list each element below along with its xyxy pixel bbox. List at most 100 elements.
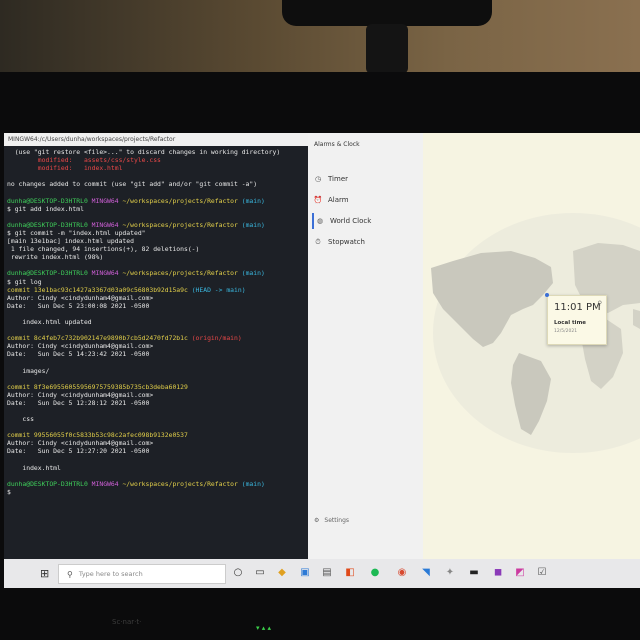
terminal-line: [main 13e1bac] index.html updated [7,237,305,245]
nav-item-label: Alarm [328,196,349,204]
terminal-line: index.html updated [7,318,305,326]
nav-item-alarm[interactable]: ⏰ Alarm [312,192,420,208]
terminal-line: modified: assets/css/style.css [7,156,305,164]
sticky-notes-icon[interactable]: ◩ [514,567,526,579]
terminal-text: Author: Cindy <cindydunham4@gmail.com> [7,390,154,399]
monitor-indicator-light: ▾ ▴ ▴ [256,624,271,632]
terminal-text: index.html updated [7,317,92,326]
terminal-line: Date: Sun Dec 5 14:23:42 2021 -0500 [7,350,305,358]
office-icon[interactable]: ◧ [344,567,356,579]
mail-icon[interactable]: ▣ [299,567,311,579]
terminal-text: ~/workspaces/projects/Refactor [122,220,242,229]
onenote-icon[interactable]: ◼ [492,567,504,579]
terminal-line: Date: Sun Dec 5 23:00:08 2021 -0500 [7,302,305,310]
search-placeholder: Type here to search [78,570,143,578]
terminal-text: dunha@DESKTOP-D3HTRL0 [7,220,92,229]
terminal-line: commit 13e1bac93c1427a3367d03a09c56803b9… [7,286,305,294]
terminal-icon[interactable]: ▬ [468,567,480,579]
terminal-text: Author: Cindy <cindydunham4@gmail.com> [7,439,154,448]
terminal-text: MINGW64 [91,220,123,229]
terminal-line: $ [7,488,305,496]
nav-item-world-clock[interactable]: ◍ World Clock [312,213,422,229]
pin-icon[interactable]: ⚲ [598,300,602,307]
taskbar: ⊞ ⚲ Type here to search ○ ▭ ◆ ▣ ▤ ◧ ● ◉ ◥ ✦ ▬ ◼ ◩ ☑ [4,559,640,588]
nav-item-label: World Clock [330,217,372,225]
terminal-line: $ git log [7,278,305,286]
terminal-text: assets/css/style.css [83,156,161,165]
terminal-line: $ git commit -m "index.html updated" [7,229,305,237]
terminal-text: ~/workspaces/projects/Refactor [122,269,242,278]
terminal-line: index.html [7,464,305,472]
terminal-line: css [7,415,305,423]
app-title: Alarms & Clock [314,141,360,148]
terminal-text: dunha@DESKTOP-D3HTRL0 [7,196,92,205]
terminal-text: (main) [241,479,265,488]
terminal-text: commit 8c4feb7c732b902147e9890b7cb5d2470… [7,334,192,343]
terminal-text: MINGW64 [91,269,123,278]
terminal-text: dunha@DESKTOP-D3HTRL0 [7,479,92,488]
alarm-icon: ⏰ [313,196,323,204]
settings-button[interactable]: ⚙ Settings [314,517,349,524]
terminal-text: dunha@DESKTOP-D3HTRL0 [7,269,92,278]
globe-icon: ◍ [316,217,324,225]
terminal-text: ~/workspaces/projects/Refactor [122,196,242,205]
webcam-mount [366,24,408,74]
spotify-icon[interactable]: ● [369,567,381,579]
terminal-text: commit 13e1bac93c1427a3367d03a09c56803b9… [7,285,192,294]
terminal-line: Author: Cindy <cindydunham4@gmail.com> [7,439,305,447]
below-monitor-label: Sc·nar·t· [112,618,142,626]
git-bash-window[interactable]: MINGW64:/c/Users/dunha/workspaces/projec… [4,133,308,559]
task-view-icon[interactable]: ○ [232,567,244,579]
store-icon[interactable]: ▤ [321,567,333,579]
chrome-icon[interactable]: ◉ [396,567,408,579]
terminal-text: modified: [7,156,84,165]
timer-icon: ◷ [314,175,322,183]
world-map [423,133,640,559]
webcam [282,0,492,26]
terminal-output[interactable]: (use "git restore <file>..." to discard … [4,146,308,498]
terminal-text: Author: Cindy <cindydunham4@gmail.com> [7,293,154,302]
world-clock-map[interactable]: 11:01 PM Local time 12/5/2021 ⚲ [423,133,640,559]
vscode-icon[interactable]: ◥ [420,567,432,579]
terminal-line: commit 8c4feb7c732b902147e9890b7cb5d2470… [7,334,305,342]
terminal-text: 1 file changed, 94 insertions(+), 82 del… [7,245,200,254]
terminal-text: Author: Cindy <cindydunham4@gmail.com> [7,342,154,351]
file-explorer-icon[interactable]: ▭ [254,567,266,579]
terminal-text: Date: Sun Dec 5 12:28:12 2021 -0500 [7,398,150,407]
terminal-text: ~/workspaces/projects/Refactor [122,479,242,488]
terminal-text: (HEAD -> main) [191,285,246,294]
todo-icon[interactable]: ☑ [536,567,548,579]
clock-label: Local time [554,320,587,326]
terminal-text: MINGW64 [91,479,123,488]
terminal-text: images/ [7,366,50,375]
photos-icon[interactable]: ◆ [276,567,288,579]
gear-icon: ⚙ [314,517,320,524]
terminal-line: dunha@DESKTOP-D3HTRL0 MINGW64 ~/workspac… [7,269,305,277]
terminal-text: index.html [7,463,61,472]
taskbar-search-box[interactable]: ⚲ Type here to search [58,564,226,584]
terminal-line: dunha@DESKTOP-D3HTRL0 MINGW64 ~/workspac… [7,197,305,205]
terminal-text: Date: Sun Dec 5 23:00:08 2021 -0500 [7,301,150,310]
terminal-line: modified: index.html [7,164,305,172]
terminal-line: (use "git restore <file>..." to discard … [7,148,305,156]
terminal-line: Date: Sun Dec 5 12:28:12 2021 -0500 [7,399,305,407]
windows-start-icon[interactable]: ⊞ [40,567,49,580]
nav-item-stopwatch[interactable]: ⏱ Stopwatch [312,234,420,250]
terminal-text: (origin/main) [191,334,242,343]
terminal-line: Date: Sun Dec 5 12:27:20 2021 -0500 [7,447,305,455]
app-icon[interactable]: ✦ [444,567,456,579]
terminal-line: images/ [7,367,305,375]
alarms-clock-window[interactable]: Alarms & Clock ◷ Timer ⏰ Alarm ◍ World Clock ⏱… [308,133,640,559]
terminal-line: commit 99556055f0c5833b53c98c2afec098b91… [7,431,305,439]
local-time-card[interactable]: 11:01 PM Local time 12/5/2021 ⚲ [547,295,607,345]
nav-item-timer[interactable]: ◷ Timer [312,171,420,187]
terminal-text: $ git add index.html [7,204,84,213]
terminal-text: (main) [241,196,265,205]
